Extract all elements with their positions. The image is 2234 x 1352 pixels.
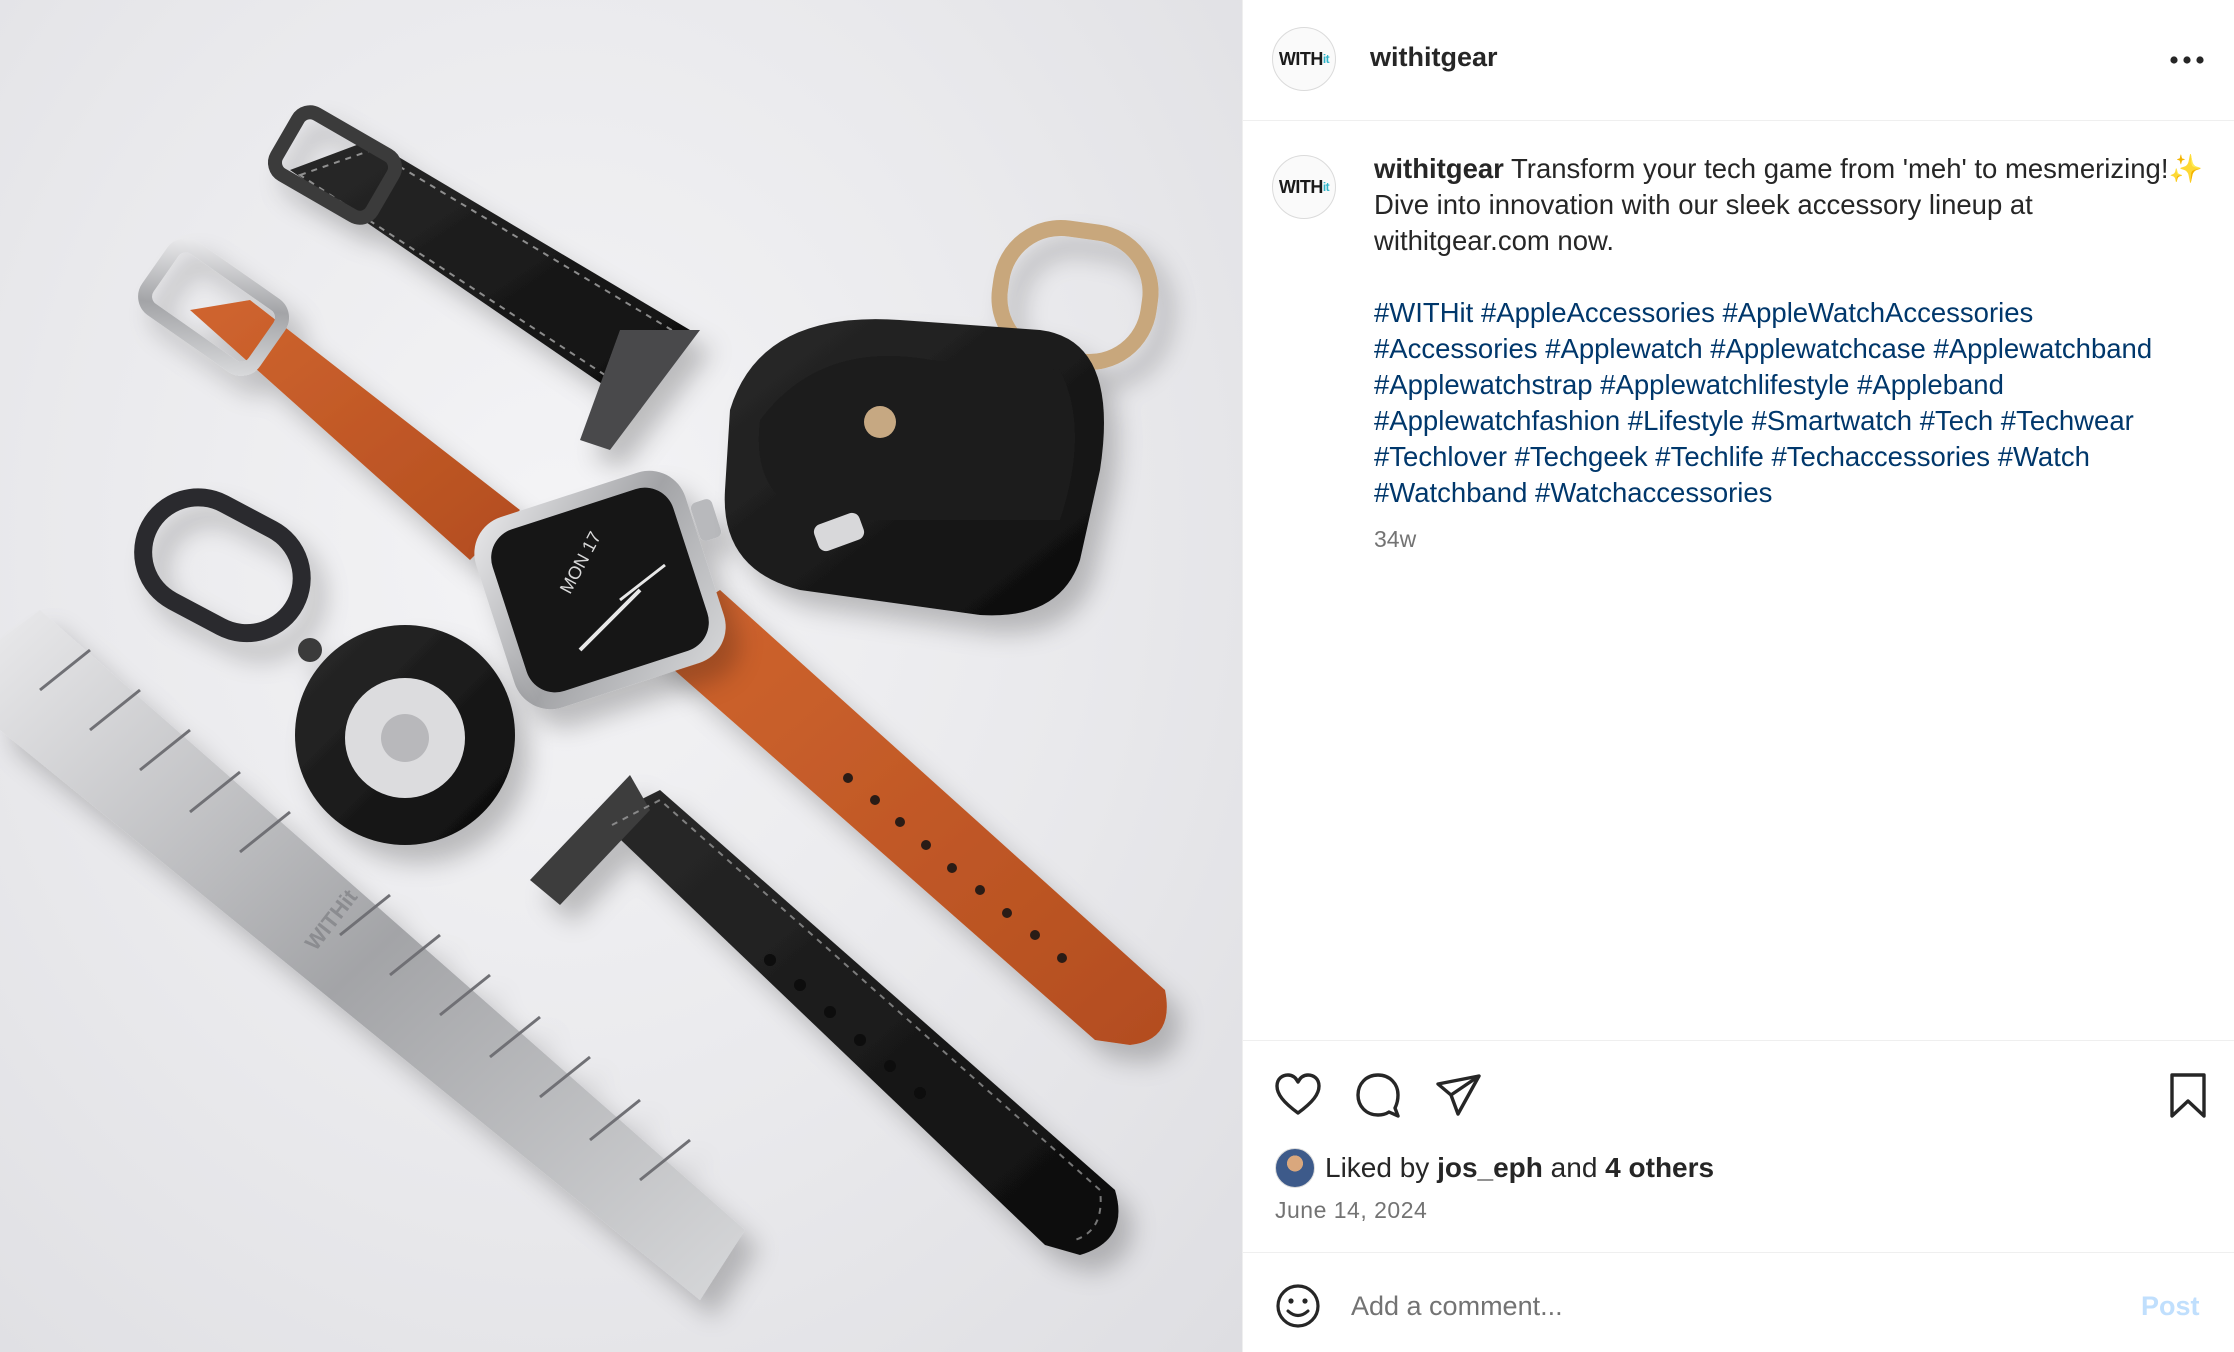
- post-caption: withitgear Transform your tech game from…: [1374, 151, 2204, 557]
- comment-input[interactable]: [1351, 1281, 2051, 1331]
- hashtag-link[interactable]: #Accessories: [1374, 333, 1538, 364]
- hashtag-link[interactable]: #Applewatchcase: [1710, 333, 1926, 364]
- hashtag-link[interactable]: #Tech: [1920, 405, 1993, 436]
- caption-username[interactable]: withitgear: [1374, 153, 1504, 184]
- hashtag-link[interactable]: #Techgeek: [1515, 441, 1648, 472]
- post-time-ago[interactable]: 34w: [1374, 521, 2204, 557]
- hashtag-link[interactable]: #Watchband: [1374, 477, 1527, 508]
- likes-prefix: Liked by: [1325, 1152, 1430, 1183]
- more-options-icon[interactable]: [2165, 50, 2209, 70]
- hashtag-link[interactable]: #Applewatchstrap: [1374, 369, 1593, 400]
- emoji-icon[interactable]: [1273, 1281, 1323, 1331]
- caption-section: WITH it withitgear Transform your tech ga…: [1243, 121, 2234, 1040]
- hashtag-link[interactable]: #Watch: [1998, 441, 2090, 472]
- hashtag-link[interactable]: #Techaccessories: [1771, 441, 1990, 472]
- caption-avatar[interactable]: WITH it: [1272, 155, 1336, 219]
- avatar-logo-text: WITH: [1278, 48, 1323, 69]
- likes-summary: Liked by jos_eph and 4 others: [1275, 1148, 1714, 1188]
- post-comment-button[interactable]: Post: [2141, 1291, 2200, 1322]
- post-image[interactable]: MON 17 WITHit: [0, 0, 1242, 1352]
- airpods-case: [724, 219, 1159, 616]
- hashtag-link[interactable]: #Lifestyle: [1628, 405, 1744, 436]
- hashtag-link[interactable]: #Smartwatch: [1752, 405, 1912, 436]
- post-side-panel: WITH it withitgear WITH it withitgear Tran…: [1242, 0, 2234, 1352]
- avatar-logo-accent: it: [1322, 180, 1330, 194]
- post-actions: Liked by jos_eph and 4 others June 14, 2…: [1243, 1040, 2234, 1252]
- bookmark-icon[interactable]: [2163, 1070, 2213, 1120]
- avatar-logo-accent: it: [1322, 52, 1330, 66]
- product-photo: MON 17 WITHit: [0, 105, 1167, 1300]
- hashtag-link[interactable]: #Appleband: [1857, 369, 2004, 400]
- header-username[interactable]: withitgear: [1370, 42, 1498, 73]
- hashtag-link[interactable]: #Watchaccessories: [1535, 477, 1772, 508]
- hashtag-link[interactable]: #AppleWatchAccessories: [1722, 297, 2033, 328]
- hashtag-link[interactable]: #Techlover: [1374, 441, 1507, 472]
- hashtag-link[interactable]: #Applewatch: [1545, 333, 1702, 364]
- liker-username[interactable]: jos_eph: [1437, 1152, 1543, 1184]
- hashtag-link[interactable]: #Applewatchfashion: [1374, 405, 1620, 436]
- hashtag-link[interactable]: #WITHit: [1374, 297, 1473, 328]
- comment-icon[interactable]: [1353, 1070, 1403, 1120]
- hashtag-link[interactable]: #Techwear: [2001, 405, 2134, 436]
- heart-icon[interactable]: [1273, 1070, 1323, 1120]
- likes-others-link[interactable]: 4 others: [1605, 1152, 1714, 1184]
- post-date[interactable]: June 14, 2024: [1275, 1197, 1427, 1224]
- hashtag-link[interactable]: #Techlife: [1655, 441, 1764, 472]
- liker-avatar[interactable]: [1275, 1148, 1315, 1188]
- hashtag-list: #WITHit #AppleAccessories #AppleWatchAcc…: [1374, 295, 2204, 511]
- comment-bar: Post: [1243, 1252, 2234, 1352]
- post-header: WITH it withitgear: [1243, 0, 2234, 121]
- likes-conjunction: and: [1550, 1152, 1598, 1183]
- avatar-logo-text: WITH: [1278, 176, 1323, 197]
- hashtag-link[interactable]: #AppleAccessories: [1481, 297, 1715, 328]
- hashtag-link[interactable]: #Applewatchlifestyle: [1600, 369, 1849, 400]
- paper-plane-icon[interactable]: [1434, 1070, 1484, 1120]
- hashtag-link[interactable]: #Applewatchband: [1934, 333, 2153, 364]
- profile-avatar[interactable]: WITH it: [1272, 27, 1336, 91]
